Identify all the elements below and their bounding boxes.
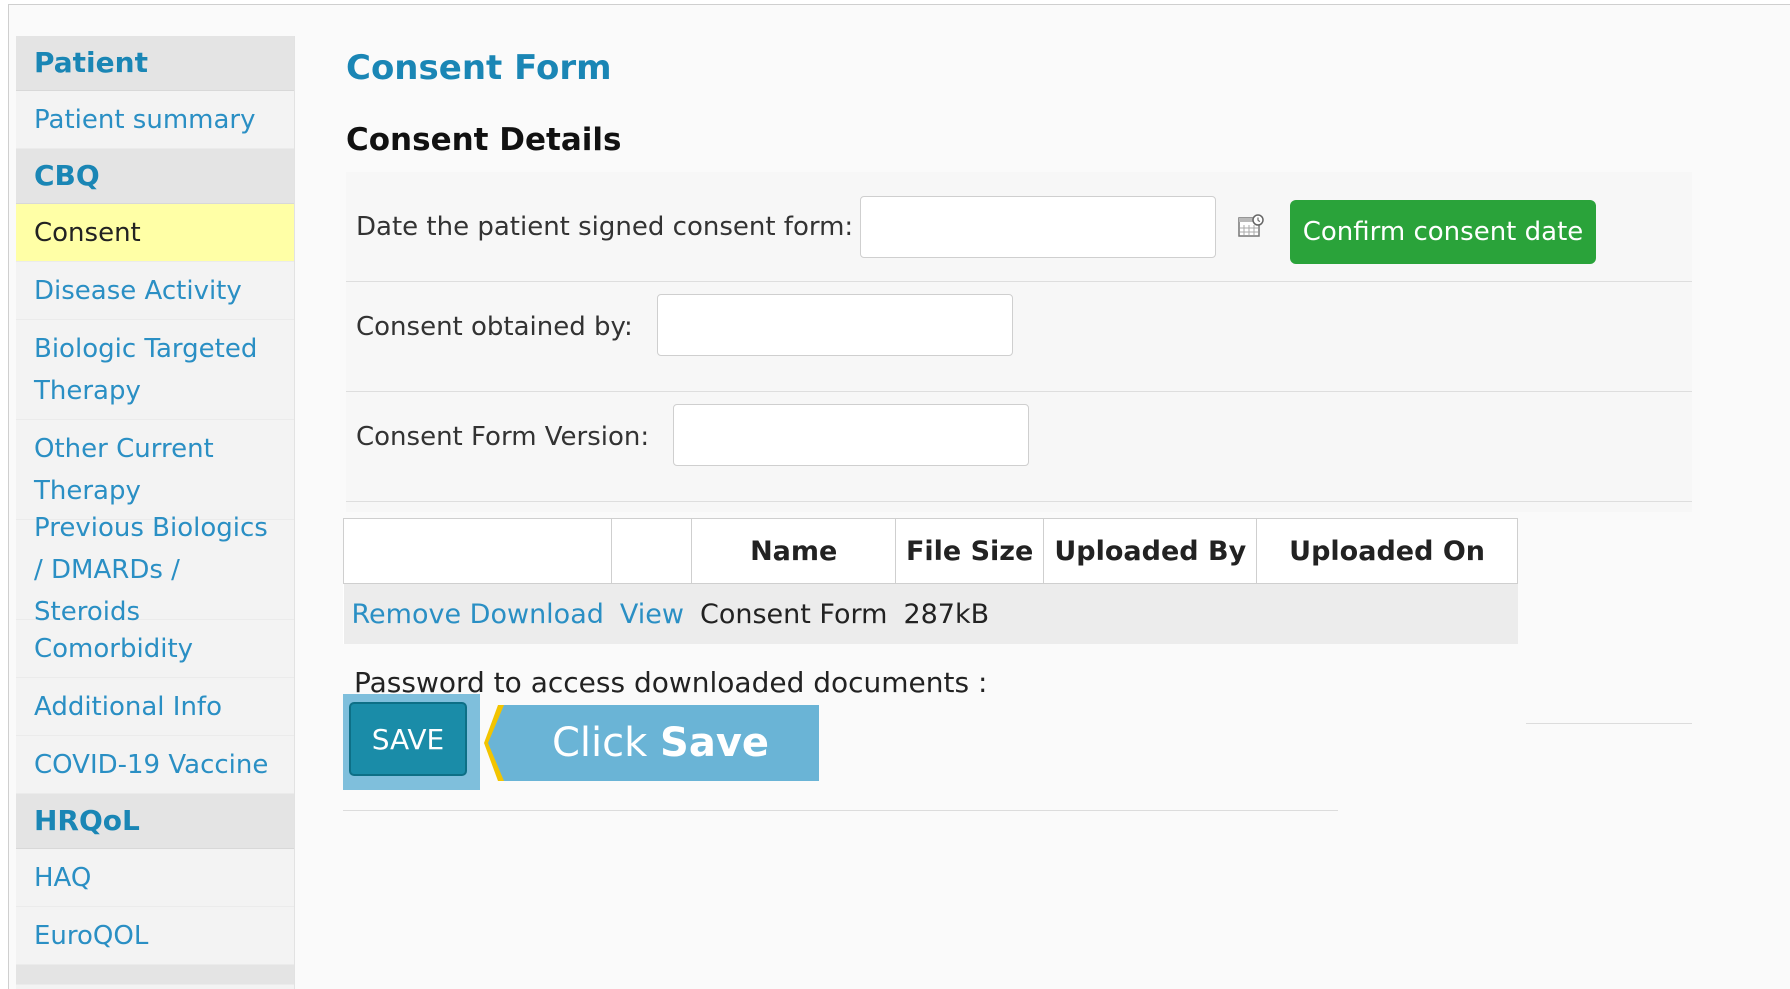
row-view-cell: View	[611, 583, 692, 644]
consent-date-input[interactable]	[860, 196, 1216, 258]
sidebar-item-patient-summary[interactable]: Patient summary	[16, 91, 294, 149]
consent-obtained-row: Consent obtained by:	[346, 282, 1692, 392]
column-header-uploaded-by: Uploaded By	[1043, 518, 1258, 584]
sidebar-header-cbq: CBQ	[16, 149, 294, 204]
consent-version-label: Consent Form Version:	[356, 422, 650, 452]
consent-obtained-input[interactable]	[657, 294, 1013, 356]
column-header-file-size: File Size	[894, 518, 1045, 584]
sidebar-item-covid-vaccine[interactable]: COVID-19 Vaccine	[16, 736, 294, 794]
row-size-cell: 287kB	[895, 583, 1044, 644]
click-save-callout: Click Save	[484, 705, 819, 781]
divider	[343, 810, 1338, 811]
divider	[1526, 723, 1692, 724]
remove-link[interactable]: Remove	[352, 599, 462, 630]
callout-emphasis: Save	[660, 720, 770, 766]
sidebar-item-other-current-therapy[interactable]: Other Current Therapy	[16, 420, 294, 520]
consent-date-row: Date the patient signed consent form: Co…	[346, 172, 1692, 282]
download-link[interactable]: Download	[470, 599, 604, 630]
consent-version-row: Consent Form Version:	[346, 392, 1692, 502]
column-header-uploaded-on: Uploaded On	[1256, 518, 1518, 584]
sidebar-header-hrqol: HRQoL	[16, 794, 294, 849]
sidebar-item-euroqol[interactable]: EuroQOL	[16, 907, 294, 965]
column-header-actions	[342, 518, 613, 584]
column-header-view	[611, 518, 693, 584]
row-actions-cell: Remove Download	[343, 583, 612, 644]
row-uploaded-on-cell	[1256, 583, 1518, 644]
row-uploaded-by-cell	[1043, 583, 1257, 644]
callout-prefix: Click	[552, 720, 648, 766]
consent-version-input[interactable]	[673, 404, 1029, 466]
sidebar-item-consent[interactable]: Consent	[16, 204, 294, 262]
table-row: Remove Download View Consent Form 287kB	[343, 583, 1518, 644]
section-title: Consent Details	[346, 122, 622, 158]
callout-text: Click Save	[552, 705, 769, 781]
confirm-consent-date-button[interactable]: Confirm consent date	[1290, 200, 1596, 264]
sidebar-item-haq[interactable]: HAQ	[16, 849, 294, 907]
save-button[interactable]: SAVE	[349, 702, 467, 776]
sidebar-header-cut	[16, 965, 294, 985]
consent-details-form: Date the patient signed consent form: Co…	[346, 172, 1692, 512]
sidebar-item-biologic-targeted-therapy[interactable]: Biologic Targeted Therapy	[16, 320, 294, 420]
row-name-cell: Consent Form	[691, 583, 896, 644]
sidebar-nav: Patient Patient summary CBQ Consent Dise…	[16, 36, 295, 989]
documents-table: Name File Size Uploaded By Uploaded On R…	[342, 518, 1518, 644]
documents-table-header: Name File Size Uploaded By Uploaded On	[342, 518, 1518, 584]
sidebar-item-disease-activity[interactable]: Disease Activity	[16, 262, 294, 320]
calendar-icon[interactable]	[1238, 214, 1264, 238]
save-button-highlight: SAVE	[343, 694, 480, 790]
consent-date-label: Date the patient signed consent form:	[356, 212, 854, 242]
sidebar-header-patient: Patient	[16, 36, 294, 91]
sidebar-item-previous-biologics[interactable]: Previous Biologics / DMARDs / Steroids	[16, 513, 294, 627]
page-title: Consent Form	[346, 48, 612, 88]
consent-obtained-label: Consent obtained by:	[356, 312, 633, 342]
view-link[interactable]: View	[620, 599, 684, 630]
column-header-name: Name	[691, 518, 896, 584]
sidebar-item-additional-info[interactable]: Additional Info	[16, 678, 294, 736]
